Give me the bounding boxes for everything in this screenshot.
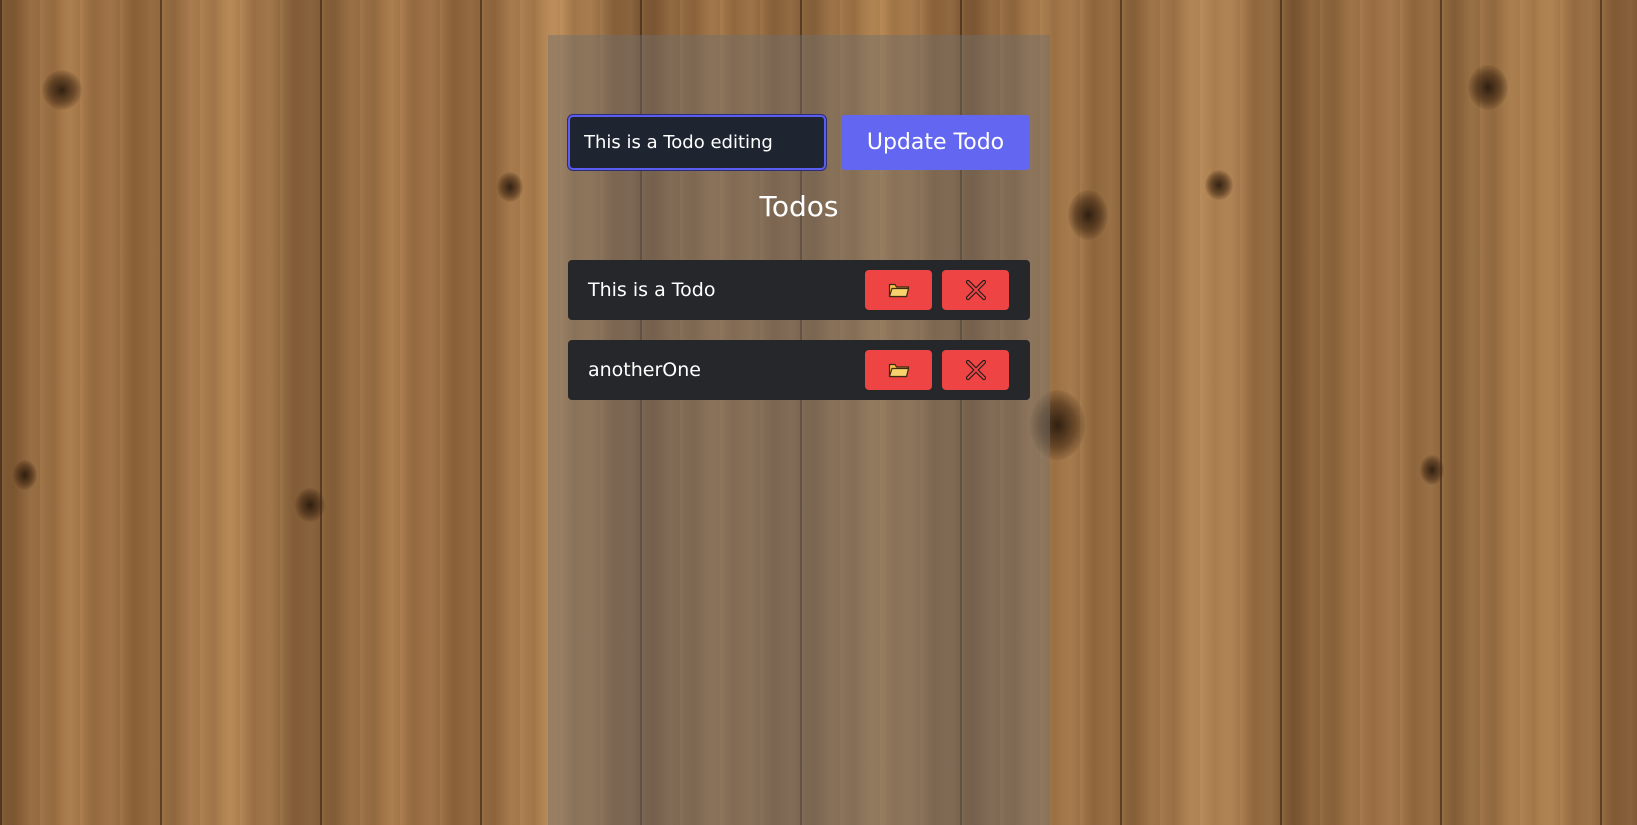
edit-todo-button[interactable] — [865, 270, 932, 310]
todo-item-text: anotherOne — [588, 359, 701, 381]
delete-todo-button[interactable] — [942, 350, 1009, 390]
wood-knot — [13, 460, 37, 490]
close-icon — [965, 279, 986, 301]
wood-knot — [295, 488, 325, 522]
wood-knot — [1205, 170, 1233, 200]
todo-item: anotherOne — [568, 340, 1030, 400]
todo-form: Update Todo — [568, 115, 1030, 170]
todo-item-text: This is a Todo — [588, 279, 716, 301]
folder-icon — [888, 283, 909, 298]
todo-item: This is a Todo — [568, 260, 1030, 320]
folder-icon — [888, 363, 909, 378]
todo-list: This is a Todo anotherOne — [568, 260, 1030, 420]
close-icon — [965, 359, 986, 381]
edit-todo-button[interactable] — [865, 350, 932, 390]
wood-knot — [1468, 65, 1508, 110]
wood-knot — [1420, 455, 1444, 485]
todos-heading: Todos — [759, 190, 839, 223]
update-todo-button[interactable]: Update Todo — [841, 115, 1030, 170]
wood-knot — [497, 172, 523, 202]
delete-todo-button[interactable] — [942, 270, 1009, 310]
wood-knot — [1068, 190, 1108, 240]
wood-knot — [42, 70, 82, 110]
todo-input[interactable] — [568, 115, 826, 170]
